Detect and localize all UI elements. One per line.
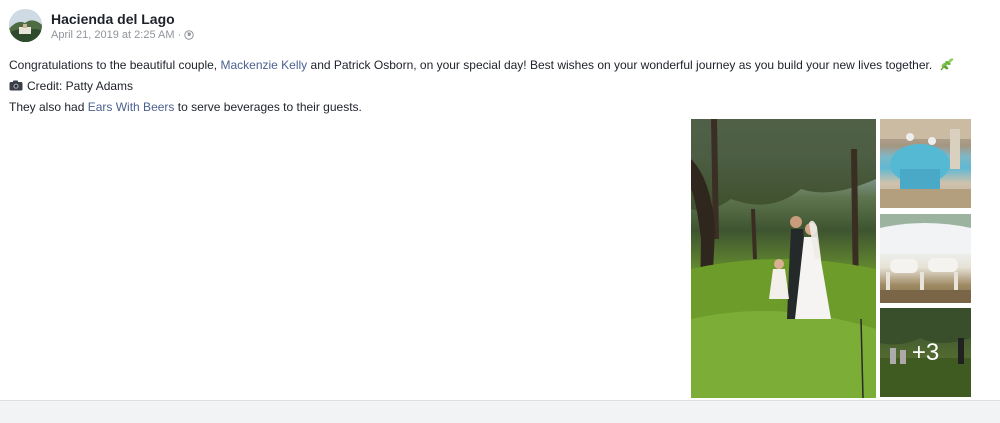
facebook-post: Hacienda del Lago April 21, 2019 at 2:25… — [0, 0, 1000, 400]
reception-tent-photo[interactable] — [880, 214, 971, 303]
post-line-1: Congratulations to the beautiful couple,… — [9, 55, 994, 76]
post-line-2: Credit: Patty Adams — [9, 76, 994, 97]
tagged-person-link[interactable]: Mackenzie Kelly — [220, 58, 307, 72]
message-text: to serve beverages to their guests. — [174, 100, 362, 114]
post-timestamp[interactable]: April 21, 2019 at 2:25 AM — [51, 29, 175, 41]
message-text: Congratulations to the beautiful couple, — [9, 58, 221, 72]
table-decor-photo[interactable] — [880, 119, 971, 208]
herb-icon — [940, 58, 953, 71]
post-footer-bar — [0, 400, 1000, 423]
page-name-link[interactable]: Hacienda del Lago — [51, 11, 175, 27]
meta-separator: · — [177, 29, 182, 41]
more-photos-tile[interactable]: +3 — [880, 308, 971, 397]
tagged-page-link[interactable]: Ears With Beers — [88, 100, 175, 114]
photo-credit: Credit: Patty Adams — [27, 79, 134, 93]
message-text: and Patrick Osborn, on your special day!… — [307, 58, 933, 72]
message-text: They also had — [9, 100, 88, 114]
post-meta: April 21, 2019 at 2:25 AM · — [51, 29, 194, 41]
photo-gallery: +3 — [691, 119, 971, 399]
page-avatar[interactable] — [9, 9, 42, 42]
post-line-3: They also had Ears With Beers to serve b… — [9, 97, 994, 118]
camera-icon — [9, 80, 23, 91]
post-message: Congratulations to the beautiful couple,… — [9, 55, 994, 118]
globe-icon[interactable] — [184, 30, 194, 40]
more-photos-count[interactable]: +3 — [880, 308, 971, 397]
wedding-photo-main[interactable] — [691, 119, 876, 398]
